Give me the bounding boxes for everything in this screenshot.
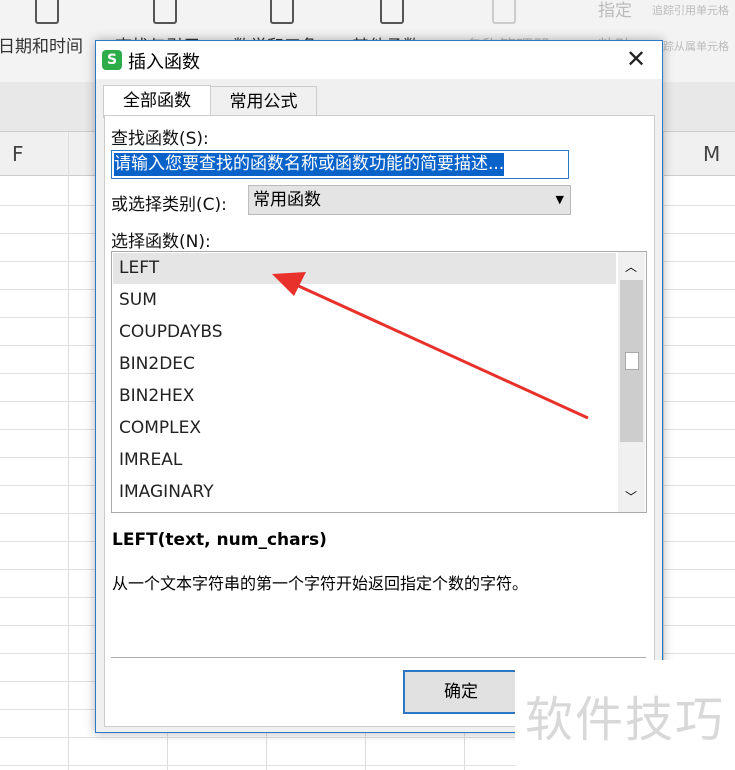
watermark: 软件技巧 — [525, 692, 726, 748]
red-arrow-annotation — [272, 272, 589, 420]
